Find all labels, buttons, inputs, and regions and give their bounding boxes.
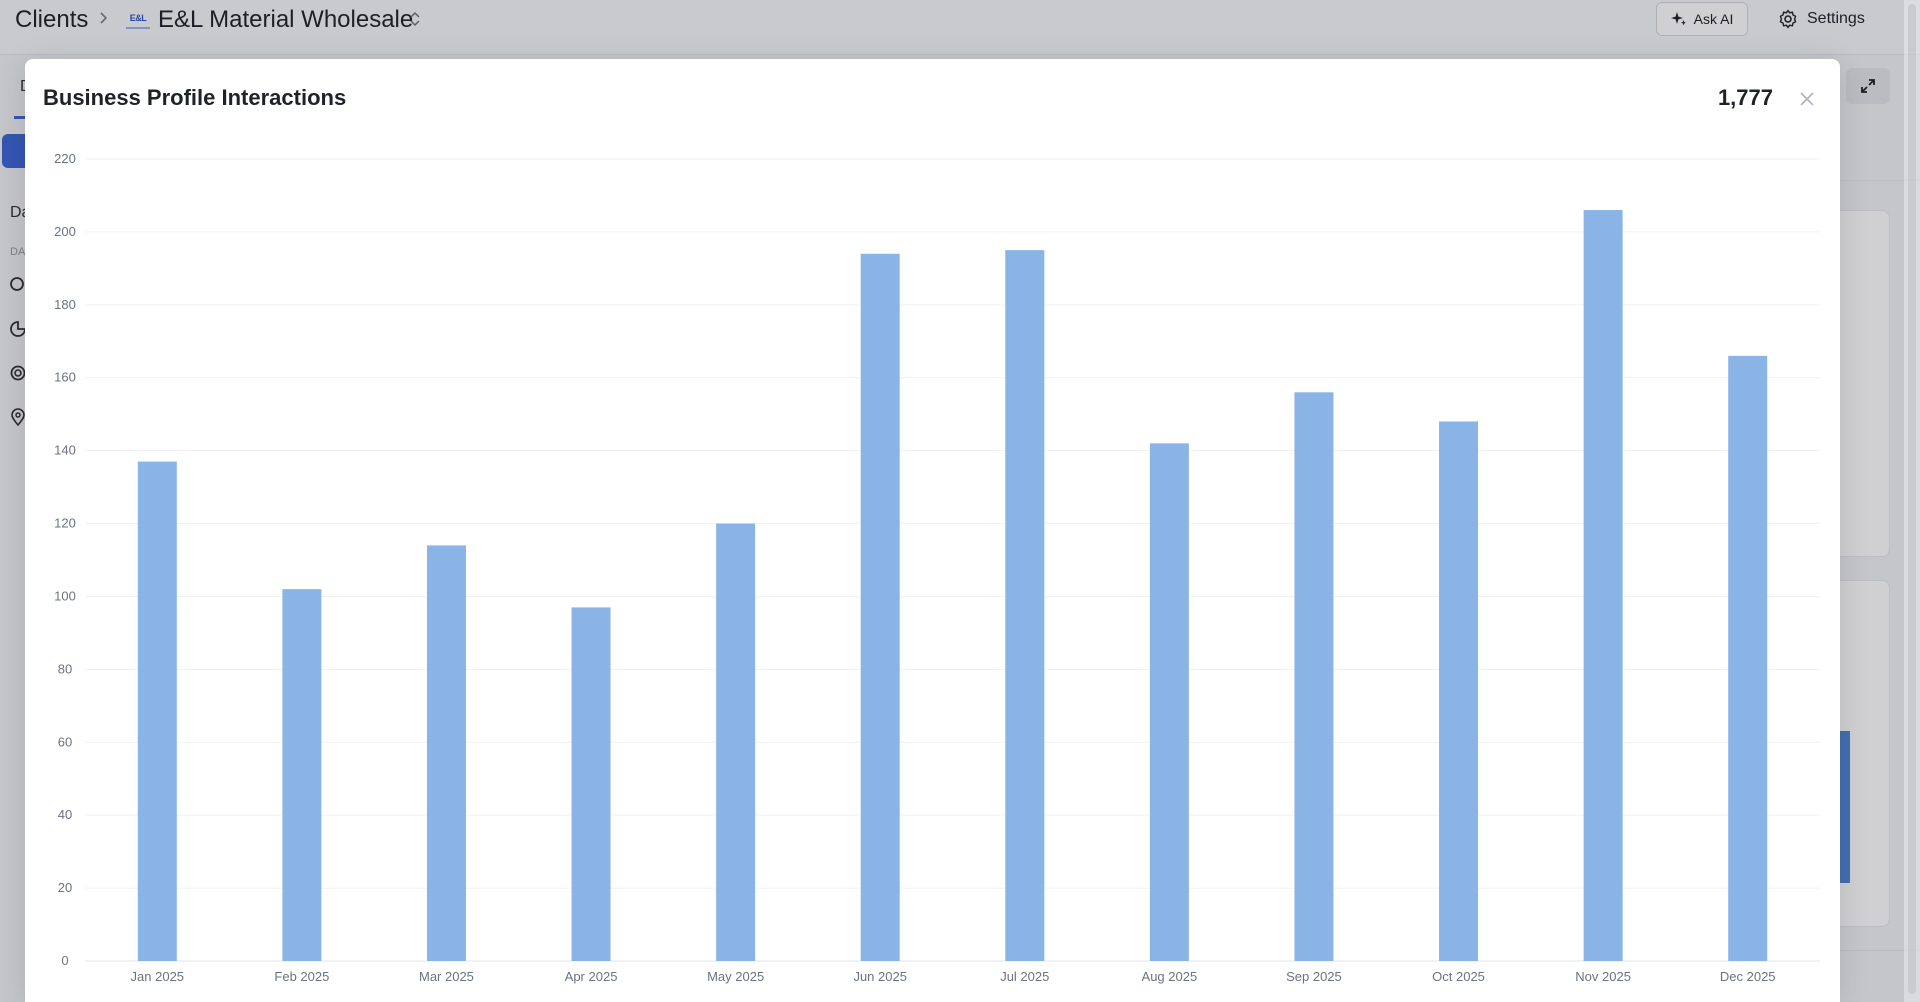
y-tick-label: 60 <box>58 734 72 749</box>
bar-jun-2025[interactable] <box>860 253 900 962</box>
y-tick-label: 80 <box>58 661 72 676</box>
bar-jan-2025[interactable] <box>137 461 177 961</box>
y-tick-label: 20 <box>58 880 72 895</box>
x-tick-label: Mar 2025 <box>419 969 474 984</box>
bar-may-2025[interactable] <box>716 523 756 961</box>
y-tick-label: 140 <box>54 443 76 458</box>
x-tick-label: Dec 2025 <box>1720 969 1776 984</box>
bar-chart: 0 20 40 60 80 100 120 140 160 180 200 220 Jan 2025 Fe… <box>54 151 1820 984</box>
x-tick-label: Nov 2025 <box>1575 969 1631 984</box>
x-tick-label: Oct 2025 <box>1432 969 1485 984</box>
x-tick-label: Sep 2025 <box>1286 969 1342 984</box>
x-tick-label: Feb 2025 <box>274 969 329 984</box>
x-tick-label: Jun 2025 <box>853 969 907 984</box>
bar-feb-2025[interactable] <box>282 589 322 961</box>
x-tick-label: Jan 2025 <box>131 969 185 984</box>
y-tick-label: 180 <box>54 297 76 312</box>
bar-apr-2025[interactable] <box>571 607 611 961</box>
x-tick-label: Jul 2025 <box>1000 969 1049 984</box>
bar-dec-2025[interactable] <box>1728 355 1768 961</box>
bar-nov-2025[interactable] <box>1583 210 1623 961</box>
y-tick-label: 220 <box>54 151 76 166</box>
y-tick-label: 100 <box>54 588 76 603</box>
y-tick-label: 0 <box>61 953 68 968</box>
scrollbar-thumb[interactable] <box>1908 4 1916 994</box>
y-tick-label: 200 <box>54 224 76 239</box>
x-tick-label: Aug 2025 <box>1142 969 1198 984</box>
y-tick-label: 160 <box>54 370 76 385</box>
chart-modal: Business Profile Interactions 1,777 0 20 4… <box>25 59 1840 1002</box>
x-tick-label: Apr 2025 <box>565 969 618 984</box>
y-tick-label: 40 <box>58 807 72 822</box>
bar-oct-2025[interactable] <box>1439 421 1479 961</box>
bar-jul-2025[interactable] <box>1005 250 1045 962</box>
y-tick-label: 120 <box>54 516 76 531</box>
bar-sep-2025[interactable] <box>1294 392 1334 961</box>
x-tick-label: May 2025 <box>707 969 764 984</box>
bar-aug-2025[interactable] <box>1149 443 1189 961</box>
bar-mar-2025[interactable] <box>426 545 466 961</box>
